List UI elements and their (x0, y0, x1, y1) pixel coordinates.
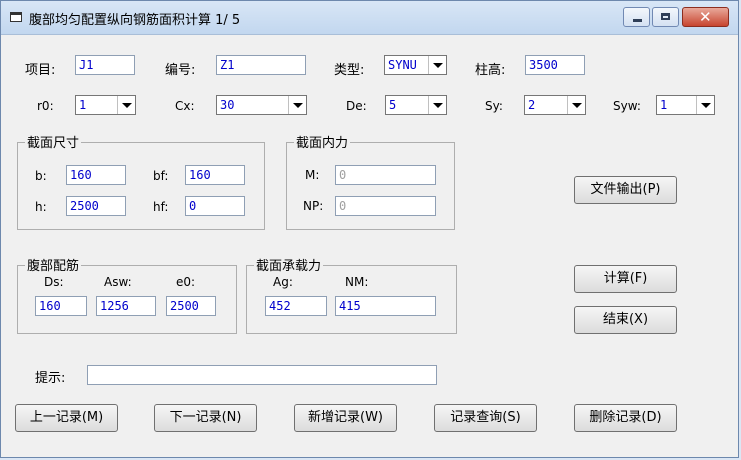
h-input[interactable]: 2500 (66, 196, 126, 216)
b-label: b: (35, 169, 47, 183)
export-button[interactable]: 文件输出(P) (574, 176, 677, 204)
r0-select-value: 1 (79, 98, 87, 112)
maximize-icon (661, 13, 670, 20)
height-label: 柱高: (475, 63, 506, 78)
query-record-button[interactable]: 记录查询(S) (434, 404, 537, 432)
window-title: 腹部均匀配置纵向钢筋面积计算 1/ 5 (29, 13, 241, 28)
chevron-down-icon[interactable] (117, 96, 135, 114)
project-label: 项目: (25, 63, 56, 78)
type-label: 类型: (334, 63, 365, 78)
title-bar[interactable]: 腹部均匀配置纵向钢筋面积计算 1/ 5 ✕ (1, 1, 738, 35)
section-size-group (17, 142, 265, 230)
cx-label: Cx: (175, 99, 195, 113)
internal-force-group (286, 142, 455, 230)
ds-label: Ds: (44, 275, 64, 289)
number-input[interactable]: Z1 (216, 55, 306, 75)
minimize-button[interactable] (623, 7, 650, 27)
e0-input[interactable]: 2500 (166, 296, 216, 316)
np-label: NP: (303, 199, 324, 213)
sy-select-value: 2 (528, 98, 536, 112)
hint-field (87, 365, 437, 385)
project-input[interactable]: J1 (75, 55, 135, 75)
asw-input[interactable]: 1256 (96, 296, 156, 316)
capacity-title: 截面承载力 (254, 255, 324, 274)
chevron-down-icon[interactable] (288, 96, 306, 114)
next-record-button[interactable]: 下一记录(N) (154, 404, 257, 432)
add-record-button[interactable]: 新增记录(W) (294, 404, 397, 432)
chevron-down-icon[interactable] (567, 96, 585, 114)
cx-select[interactable]: 30 (216, 95, 307, 115)
hint-label: 提示: (35, 371, 66, 386)
b-input[interactable]: 160 (66, 165, 126, 185)
bf-input[interactable]: 160 (185, 165, 245, 185)
hf-label: hf: (153, 200, 169, 214)
minimize-icon (633, 19, 642, 22)
nm-label: NM: (345, 275, 369, 289)
de-select-value: 5 (389, 98, 397, 112)
chevron-down-icon[interactable] (428, 96, 446, 114)
prev-record-button[interactable]: 上一记录(M) (15, 404, 118, 432)
sy-label: Sy: (485, 99, 503, 113)
close-button[interactable]: ✕ (682, 7, 729, 27)
app-window-icon (10, 12, 22, 22)
hf-input[interactable]: 0 (185, 196, 245, 216)
number-label: 编号: (165, 63, 196, 78)
section-size-title: 截面尺寸 (25, 132, 82, 151)
h-label: h: (35, 200, 47, 214)
bf-label: bf: (153, 169, 169, 183)
de-label: De: (346, 99, 367, 113)
chevron-down-icon[interactable] (696, 96, 714, 114)
asw-label: Asw: (104, 275, 132, 289)
r0-label: r0: (37, 99, 54, 113)
main-window: 腹部均匀配置纵向钢筋面积计算 1/ 5 ✕ 项目: J1 编号: Z1 类型: … (0, 0, 739, 458)
m-input: 0 (335, 165, 436, 185)
ds-input[interactable]: 160 (35, 296, 87, 316)
maximize-button[interactable] (652, 7, 679, 27)
finish-button[interactable]: 结束(X) (574, 306, 677, 334)
r0-select[interactable]: 1 (75, 95, 136, 115)
height-input[interactable]: 3500 (525, 55, 585, 75)
internal-force-title: 截面内力 (294, 132, 351, 151)
calculate-button[interactable]: 计算(F) (574, 265, 677, 293)
np-input: 0 (335, 196, 436, 216)
e0-label: e0: (176, 275, 196, 289)
syw-label: Syw: (613, 99, 641, 113)
close-icon: ✕ (699, 8, 712, 26)
web-rebar-title: 腹部配筋 (25, 255, 82, 274)
chevron-down-icon[interactable] (428, 56, 446, 74)
ag-label: Ag: (273, 275, 293, 289)
m-label: M: (305, 168, 320, 182)
nm-input[interactable]: 415 (335, 296, 436, 316)
syw-select[interactable]: 1 (656, 95, 715, 115)
sy-select[interactable]: 2 (524, 95, 586, 115)
type-select-value: SYNU (388, 58, 417, 72)
type-select[interactable]: SYNU (384, 55, 447, 75)
de-select[interactable]: 5 (385, 95, 447, 115)
syw-select-value: 1 (660, 98, 668, 112)
ag-input[interactable]: 452 (265, 296, 327, 316)
cx-select-value: 30 (220, 98, 235, 112)
delete-record-button[interactable]: 删除记录(D) (574, 404, 677, 432)
